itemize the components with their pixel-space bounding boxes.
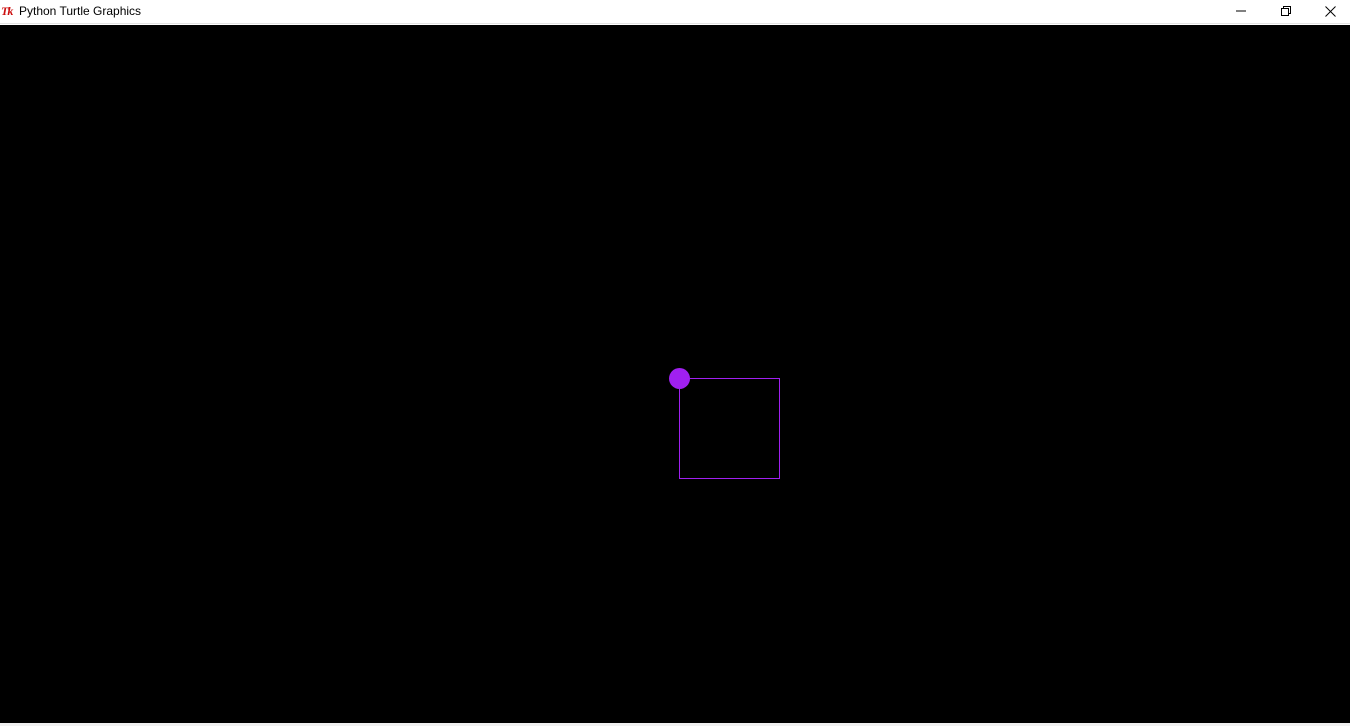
drawing-layer: [669, 368, 780, 479]
tk-app-icon: Tk: [1, 4, 13, 18]
restore-icon: [1280, 6, 1291, 16]
minimize-icon: [1235, 10, 1246, 12]
turtle-cursor: [669, 368, 690, 389]
title-bar[interactable]: Tk Python Turtle Graphics: [0, 0, 1350, 24]
close-icon: [1325, 5, 1336, 17]
turtle-canvas[interactable]: [0, 25, 1350, 723]
close-button[interactable]: [1308, 0, 1350, 22]
window-title: Python Turtle Graphics: [19, 4, 142, 18]
turtle-window: Tk Python Turtle Graphics: [0, 0, 1350, 726]
minimize-button[interactable]: [1218, 0, 1263, 22]
restore-button[interactable]: [1263, 0, 1308, 22]
drawn-square: [679, 378, 780, 479]
